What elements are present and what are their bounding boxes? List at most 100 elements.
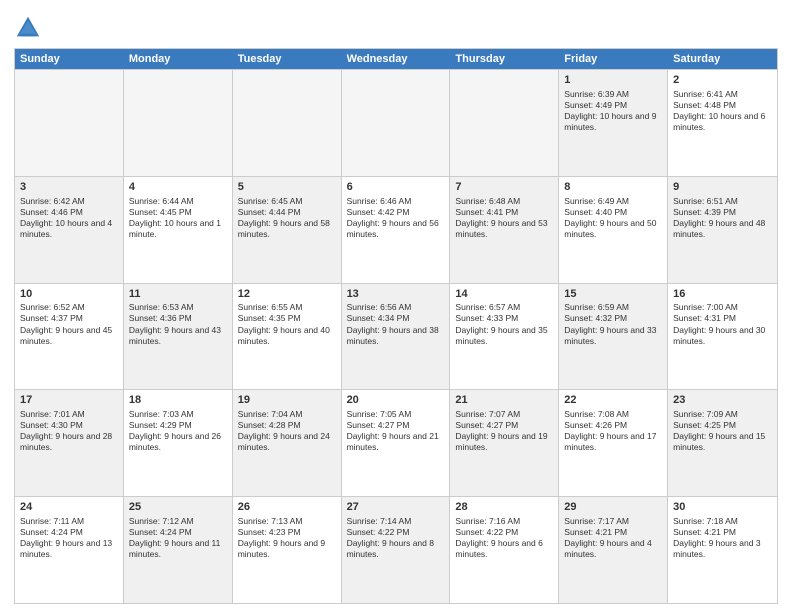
day-info: Sunrise: 7:00 AM Sunset: 4:31 PM Dayligh… (673, 302, 772, 346)
calendar-cell: 19Sunrise: 7:04 AM Sunset: 4:28 PM Dayli… (233, 390, 342, 496)
day-info: Sunrise: 6:45 AM Sunset: 4:44 PM Dayligh… (238, 196, 336, 240)
calendar-cell (124, 70, 233, 176)
calendar-cell: 21Sunrise: 7:07 AM Sunset: 4:27 PM Dayli… (450, 390, 559, 496)
day-info: Sunrise: 6:48 AM Sunset: 4:41 PM Dayligh… (455, 196, 553, 240)
day-info: Sunrise: 7:11 AM Sunset: 4:24 PM Dayligh… (20, 516, 118, 560)
day-info: Sunrise: 7:18 AM Sunset: 4:21 PM Dayligh… (673, 516, 772, 560)
day-info: Sunrise: 6:52 AM Sunset: 4:37 PM Dayligh… (20, 302, 118, 346)
day-number: 18 (129, 393, 227, 408)
calendar-cell: 29Sunrise: 7:17 AM Sunset: 4:21 PM Dayli… (559, 497, 668, 603)
day-number: 12 (238, 287, 336, 302)
day-number: 15 (564, 287, 662, 302)
day-info: Sunrise: 7:07 AM Sunset: 4:27 PM Dayligh… (455, 409, 553, 453)
calendar-cell (15, 70, 124, 176)
calendar-cell: 22Sunrise: 7:08 AM Sunset: 4:26 PM Dayli… (559, 390, 668, 496)
header-day-wednesday: Wednesday (342, 49, 451, 69)
calendar-cell (342, 70, 451, 176)
day-info: Sunrise: 7:13 AM Sunset: 4:23 PM Dayligh… (238, 516, 336, 560)
day-number: 26 (238, 500, 336, 515)
day-info: Sunrise: 7:09 AM Sunset: 4:25 PM Dayligh… (673, 409, 772, 453)
calendar-row-0: 1Sunrise: 6:39 AM Sunset: 4:49 PM Daylig… (15, 69, 777, 176)
header-day-saturday: Saturday (668, 49, 777, 69)
day-number: 8 (564, 180, 662, 195)
day-number: 16 (673, 287, 772, 302)
day-number: 28 (455, 500, 553, 515)
calendar-cell: 12Sunrise: 6:55 AM Sunset: 4:35 PM Dayli… (233, 284, 342, 390)
logo-icon (14, 14, 42, 42)
calendar-cell: 3Sunrise: 6:42 AM Sunset: 4:46 PM Daylig… (15, 177, 124, 283)
day-info: Sunrise: 6:59 AM Sunset: 4:32 PM Dayligh… (564, 302, 662, 346)
day-info: Sunrise: 7:01 AM Sunset: 4:30 PM Dayligh… (20, 409, 118, 453)
day-number: 5 (238, 180, 336, 195)
calendar-cell: 17Sunrise: 7:01 AM Sunset: 4:30 PM Dayli… (15, 390, 124, 496)
day-info: Sunrise: 7:08 AM Sunset: 4:26 PM Dayligh… (564, 409, 662, 453)
day-info: Sunrise: 7:04 AM Sunset: 4:28 PM Dayligh… (238, 409, 336, 453)
logo-area (14, 10, 44, 42)
calendar-cell: 28Sunrise: 7:16 AM Sunset: 4:22 PM Dayli… (450, 497, 559, 603)
day-info: Sunrise: 7:17 AM Sunset: 4:21 PM Dayligh… (564, 516, 662, 560)
calendar-row-1: 3Sunrise: 6:42 AM Sunset: 4:46 PM Daylig… (15, 176, 777, 283)
day-number: 20 (347, 393, 445, 408)
day-info: Sunrise: 6:57 AM Sunset: 4:33 PM Dayligh… (455, 302, 553, 346)
day-number: 19 (238, 393, 336, 408)
day-info: Sunrise: 6:53 AM Sunset: 4:36 PM Dayligh… (129, 302, 227, 346)
header-day-sunday: Sunday (15, 49, 124, 69)
calendar-body: 1Sunrise: 6:39 AM Sunset: 4:49 PM Daylig… (15, 69, 777, 603)
day-number: 14 (455, 287, 553, 302)
calendar-cell: 24Sunrise: 7:11 AM Sunset: 4:24 PM Dayli… (15, 497, 124, 603)
calendar-cell: 20Sunrise: 7:05 AM Sunset: 4:27 PM Dayli… (342, 390, 451, 496)
day-number: 29 (564, 500, 662, 515)
day-number: 6 (347, 180, 445, 195)
calendar-cell: 25Sunrise: 7:12 AM Sunset: 4:24 PM Dayli… (124, 497, 233, 603)
calendar-row-3: 17Sunrise: 7:01 AM Sunset: 4:30 PM Dayli… (15, 389, 777, 496)
day-number: 3 (20, 180, 118, 195)
day-info: Sunrise: 6:41 AM Sunset: 4:48 PM Dayligh… (673, 89, 772, 133)
calendar-cell: 18Sunrise: 7:03 AM Sunset: 4:29 PM Dayli… (124, 390, 233, 496)
day-number: 2 (673, 73, 772, 88)
day-number: 27 (347, 500, 445, 515)
day-number: 7 (455, 180, 553, 195)
calendar-cell: 26Sunrise: 7:13 AM Sunset: 4:23 PM Dayli… (233, 497, 342, 603)
day-number: 22 (564, 393, 662, 408)
day-number: 21 (455, 393, 553, 408)
calendar-row-2: 10Sunrise: 6:52 AM Sunset: 4:37 PM Dayli… (15, 283, 777, 390)
calendar-cell (233, 70, 342, 176)
calendar-cell (450, 70, 559, 176)
calendar-cell: 9Sunrise: 6:51 AM Sunset: 4:39 PM Daylig… (668, 177, 777, 283)
calendar-cell: 27Sunrise: 7:14 AM Sunset: 4:22 PM Dayli… (342, 497, 451, 603)
day-info: Sunrise: 6:44 AM Sunset: 4:45 PM Dayligh… (129, 196, 227, 240)
day-number: 17 (20, 393, 118, 408)
calendar: SundayMondayTuesdayWednesdayThursdayFrid… (14, 48, 778, 604)
header (14, 10, 778, 42)
calendar-cell: 8Sunrise: 6:49 AM Sunset: 4:40 PM Daylig… (559, 177, 668, 283)
day-number: 30 (673, 500, 772, 515)
calendar-cell: 2Sunrise: 6:41 AM Sunset: 4:48 PM Daylig… (668, 70, 777, 176)
calendar-cell: 13Sunrise: 6:56 AM Sunset: 4:34 PM Dayli… (342, 284, 451, 390)
calendar-row-4: 24Sunrise: 7:11 AM Sunset: 4:24 PM Dayli… (15, 496, 777, 603)
day-info: Sunrise: 6:51 AM Sunset: 4:39 PM Dayligh… (673, 196, 772, 240)
day-info: Sunrise: 6:42 AM Sunset: 4:46 PM Dayligh… (20, 196, 118, 240)
calendar-cell: 11Sunrise: 6:53 AM Sunset: 4:36 PM Dayli… (124, 284, 233, 390)
calendar-cell: 5Sunrise: 6:45 AM Sunset: 4:44 PM Daylig… (233, 177, 342, 283)
calendar-cell: 30Sunrise: 7:18 AM Sunset: 4:21 PM Dayli… (668, 497, 777, 603)
day-info: Sunrise: 7:16 AM Sunset: 4:22 PM Dayligh… (455, 516, 553, 560)
day-number: 23 (673, 393, 772, 408)
day-info: Sunrise: 6:55 AM Sunset: 4:35 PM Dayligh… (238, 302, 336, 346)
calendar-cell: 10Sunrise: 6:52 AM Sunset: 4:37 PM Dayli… (15, 284, 124, 390)
calendar-cell: 7Sunrise: 6:48 AM Sunset: 4:41 PM Daylig… (450, 177, 559, 283)
calendar-cell: 4Sunrise: 6:44 AM Sunset: 4:45 PM Daylig… (124, 177, 233, 283)
calendar-cell: 16Sunrise: 7:00 AM Sunset: 4:31 PM Dayli… (668, 284, 777, 390)
header-day-monday: Monday (124, 49, 233, 69)
calendar-cell: 6Sunrise: 6:46 AM Sunset: 4:42 PM Daylig… (342, 177, 451, 283)
page: SundayMondayTuesdayWednesdayThursdayFrid… (0, 0, 792, 612)
day-info: Sunrise: 6:56 AM Sunset: 4:34 PM Dayligh… (347, 302, 445, 346)
day-number: 10 (20, 287, 118, 302)
day-number: 24 (20, 500, 118, 515)
day-info: Sunrise: 7:05 AM Sunset: 4:27 PM Dayligh… (347, 409, 445, 453)
day-number: 4 (129, 180, 227, 195)
day-number: 25 (129, 500, 227, 515)
calendar-header: SundayMondayTuesdayWednesdayThursdayFrid… (15, 49, 777, 69)
day-info: Sunrise: 6:39 AM Sunset: 4:49 PM Dayligh… (564, 89, 662, 133)
header-day-tuesday: Tuesday (233, 49, 342, 69)
header-day-thursday: Thursday (450, 49, 559, 69)
